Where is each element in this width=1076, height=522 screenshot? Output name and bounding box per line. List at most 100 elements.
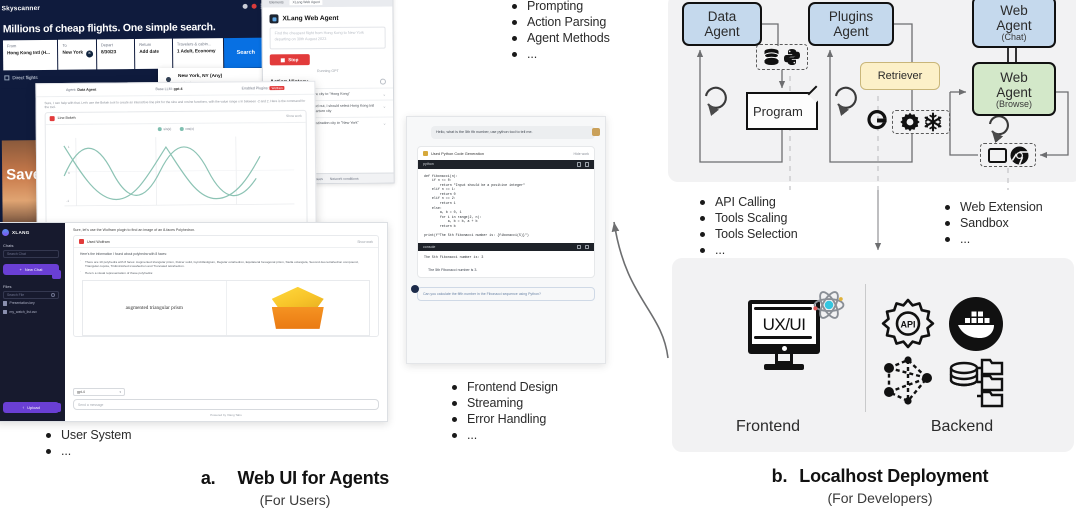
field-from[interactable]: From Hong Kong Intl (H... [2, 39, 58, 71]
database-folder-icon [949, 358, 1004, 408]
bullet-icon [452, 433, 457, 438]
bokeh-icon [49, 115, 55, 121]
tab-elements[interactable]: Elements [266, 0, 286, 5]
deployment-to-ui-arrow [611, 221, 669, 359]
node-plugins-agent[interactable]: Plugins Agent [808, 2, 894, 46]
chart-card: Line Bokeh Show work sin(x) cos(x) 1 0 -… [44, 109, 308, 232]
field-to[interactable]: To New York × [58, 39, 97, 70]
python-card-header: Used Python Code Generation Hide work [418, 147, 594, 160]
message-input[interactable]: Send a message [73, 399, 379, 410]
chevron-down-icon[interactable]: ⌄ [383, 92, 386, 97]
model-select[interactable]: gpt-4 ▾ [73, 388, 125, 396]
search-icon[interactable] [51, 293, 55, 297]
search-file-input[interactable]: Search File [3, 291, 59, 299]
lock-icon [423, 151, 428, 156]
node-web-agent-browse-sub: (Browse) [995, 98, 1032, 109]
console-output: The 5th Fibonacci number is: 3 [418, 251, 594, 264]
upload-button[interactable]: ↑ Upload [3, 402, 59, 413]
bullet-icon [512, 52, 517, 57]
assistant-avatar [411, 285, 419, 293]
download-icon[interactable] [585, 244, 589, 250]
augmented-triangular-prism-icon [270, 286, 326, 329]
python-source: def fibonacci(n): if n <= 0: return "Inp… [418, 168, 594, 243]
field-travelers[interactable]: Travelers & cabin... 1 Adult, Economy [172, 38, 224, 69]
suggested-prompt[interactable]: Can you calculate the fifth number in th… [417, 287, 595, 302]
gear-icon[interactable] [379, 78, 386, 85]
checkbox-icon[interactable] [4, 75, 10, 81]
plus-icon: + [19, 267, 22, 272]
bullet-icon [46, 433, 51, 438]
bullet-icon [452, 417, 457, 422]
upload-secondary-icon[interactable] [52, 403, 61, 412]
figure-caption: augmented triangular prism [125, 304, 183, 311]
chevron-down-icon[interactable]: ⌄ [383, 104, 386, 114]
wolfram-icon [79, 239, 84, 244]
new-chat-button[interactable]: + New Chat [3, 264, 59, 275]
console-label: console [423, 245, 436, 250]
stop-button[interactable]: Stop [269, 54, 310, 66]
field-depart-value: 8/30/23 [100, 49, 117, 55]
chats-heading: Chats [3, 243, 14, 248]
caption-b-letter: b. [771, 466, 788, 486]
frontend-label: Frontend [735, 418, 801, 435]
node-retriever[interactable]: Retriever [860, 62, 940, 90]
skyscanner-logo: Skyscanner [1, 4, 41, 12]
field-travelers-label: Travelers & cabin... [176, 41, 212, 47]
tab-xlang-web-agent[interactable]: XLang Web Agent [289, 0, 323, 6]
svg-text:1: 1 [68, 145, 70, 149]
copy-icon[interactable] [577, 244, 581, 250]
app-composer: gpt-4 ▾ Send a message Powered by Xlang … [65, 388, 387, 421]
file-icon [3, 309, 7, 314]
bullet-icon [512, 4, 517, 9]
node-web-agent-chat[interactable]: Web Agent (Chat) [972, 0, 1056, 48]
node-data-agent[interactable]: Data Agent [682, 2, 762, 46]
code-generation-chat-panel: Hello, what is the 5th fib number, use p… [406, 116, 606, 364]
show-work-toggle[interactable]: Show work [286, 114, 302, 118]
clear-icon[interactable]: × [85, 50, 93, 58]
task-input[interactable]: Find the cheapest flight from Hong Kong … [269, 26, 386, 50]
show-work-toggle[interactable]: Show work [357, 240, 373, 244]
drawer-network[interactable]: Network conditions [330, 176, 359, 180]
snowflake-icon [924, 112, 941, 132]
node-web-agent-chat-sub: (Chat) [1001, 31, 1027, 42]
field-return[interactable]: Return Add date [135, 38, 173, 69]
node-web-agent-browse[interactable]: Web Agent (Browse) [972, 62, 1056, 116]
bullet-icon [452, 401, 457, 406]
graph-network-icon [884, 356, 932, 405]
data-agent-chart-window: Agent: Data Agent Base LLM: gpt-4 Enable… [35, 80, 317, 232]
figure-caption-cell: augmented triangular prism [83, 280, 227, 335]
theme-toggle-icon[interactable] [242, 3, 248, 9]
field-depart-label: Depart [100, 42, 113, 48]
node-plugins-agent-label: Plugins Agent [828, 9, 874, 39]
chrome-icon [1010, 146, 1028, 165]
meta-agent-label: Agent: [66, 87, 77, 92]
file-item[interactable]: Presentation.key [0, 299, 65, 308]
database-icon [764, 48, 779, 65]
node-program[interactable]: Program [746, 85, 825, 130]
chart-card-title: Line Bokeh [57, 116, 76, 121]
panel-divider [865, 284, 866, 412]
file-item[interactable]: my_watch_list.csv [0, 308, 65, 317]
upload-icon: ↑ [22, 405, 25, 410]
backend-label: Backend [930, 418, 994, 435]
svg-text:0: 0 [68, 171, 70, 175]
field-from-label: From [6, 43, 17, 49]
field-depart[interactable]: Depart 8/30/23 [96, 39, 135, 70]
copy-icon[interactable] [577, 162, 581, 167]
field-to-label: To [62, 42, 67, 48]
browser-window-icon [987, 147, 1007, 163]
avatar [592, 128, 600, 136]
bullet-icon [512, 20, 517, 25]
hide-work-toggle[interactable]: Hide work [573, 152, 589, 156]
field-return-label: Return [139, 41, 152, 47]
chevron-down-icon[interactable]: ⌄ [383, 121, 386, 126]
search-chat-input[interactable]: Search Chat [3, 250, 59, 258]
download-icon[interactable] [585, 162, 589, 167]
new-chat-secondary-icon[interactable] [52, 270, 61, 279]
stop-button-label: Stop [288, 57, 299, 63]
wolfram-result-card: Used Wolfram Show work Here's the inform… [73, 235, 379, 337]
flight-search-form[interactable]: From Hong Kong Intl (H... To New York × … [0, 37, 274, 71]
docker-icon [949, 297, 1003, 351]
app-main: Sure, let's use the Wolfram plugin to fi… [65, 223, 387, 421]
record-icon[interactable] [251, 3, 257, 9]
